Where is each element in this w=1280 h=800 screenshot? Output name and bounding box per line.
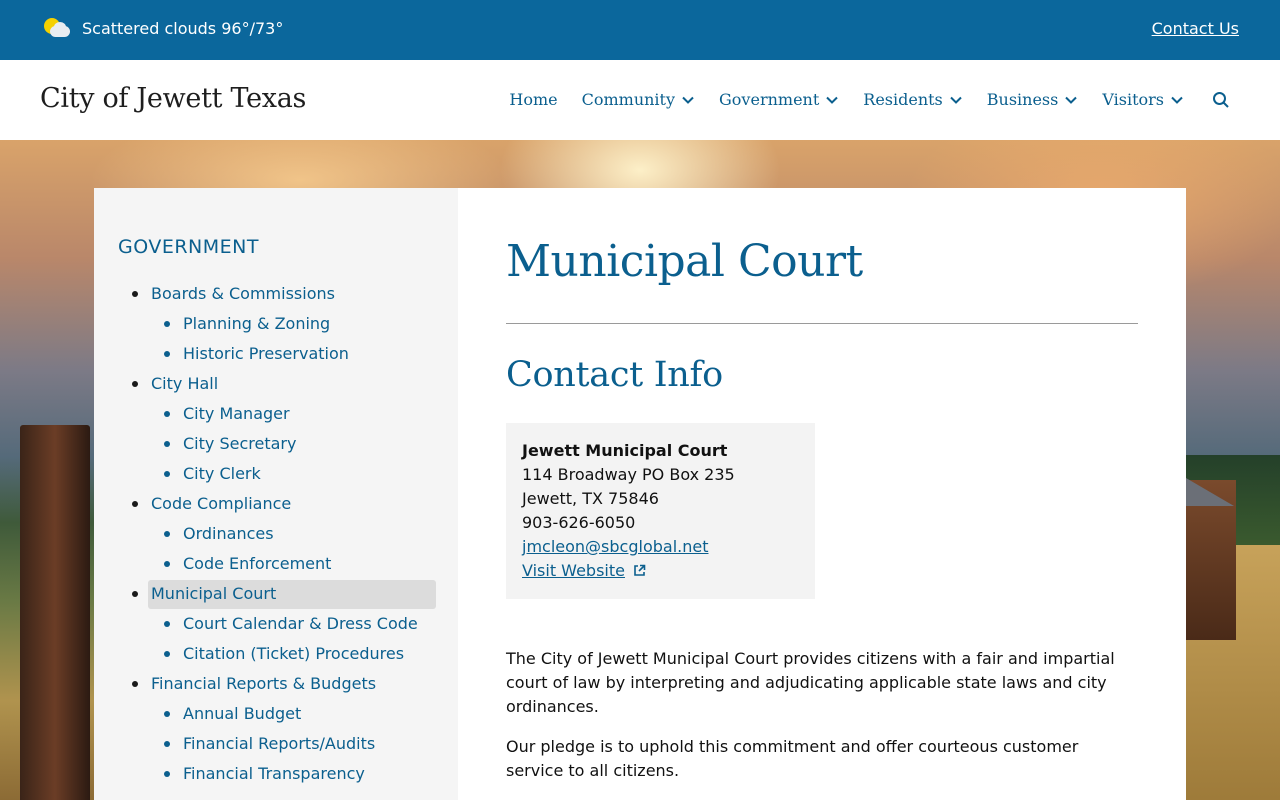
sidebar-item-city-clerk[interactable]: City Clerk	[94, 459, 458, 489]
sidebar-item-label[interactable]: Code Enforcement	[183, 554, 331, 573]
nav-item-label: Government	[719, 90, 820, 109]
search-icon[interactable]	[1212, 91, 1230, 109]
nav-item-community[interactable]: Community	[582, 90, 695, 109]
sidebar-item-boards-commissions[interactable]: Boards & Commissions	[94, 279, 458, 309]
nav-item-label: Business	[986, 90, 1059, 109]
sidebar-item-financial-transparency[interactable]: Financial Transparency	[94, 759, 458, 789]
contact-address-line1: 114 Broadway PO Box 235	[522, 465, 735, 484]
main-content: Municipal Court Contact Info Jewett Muni…	[458, 188, 1186, 800]
sidebar-item-label[interactable]: Planning & Zoning	[183, 314, 330, 333]
chevron-down-icon[interactable]	[1170, 93, 1184, 107]
contact-address-line2: Jewett, TX 75846	[522, 489, 659, 508]
sidebar-item-label[interactable]: Historic Preservation	[183, 344, 349, 363]
nav-item-label: Home	[509, 90, 558, 109]
sidebar-item-label[interactable]: Annual Budget	[183, 704, 301, 723]
sidebar-item-label[interactable]: Ordinances	[183, 524, 274, 543]
nav-item-business[interactable]: Business	[987, 90, 1079, 109]
nav-item-visitors[interactable]: Visitors	[1102, 90, 1184, 109]
weather-widget: Scattered clouds 96°/73°	[44, 16, 283, 40]
sidebar-item-label[interactable]: Code Compliance	[151, 494, 291, 513]
nav-item-home[interactable]: Home	[509, 90, 557, 109]
sidebar-item-label[interactable]: City Manager	[183, 404, 290, 423]
sidebar-item-label[interactable]: Financial Reports & Budgets	[151, 674, 376, 693]
sidebar-item-annual-budget[interactable]: Annual Budget	[94, 699, 458, 729]
sidebar-item-financial-reports-budgets[interactable]: Financial Reports & Budgets	[94, 669, 458, 699]
sidebar-item-label[interactable]: Boards & Commissions	[151, 284, 335, 303]
contact-phone: 903-626-6050	[522, 513, 636, 532]
chevron-down-icon[interactable]	[825, 93, 839, 107]
contact-email-link[interactable]: jmcleon@sbcglobal.net	[522, 537, 708, 556]
weather-text: Scattered clouds 96°/73°	[82, 18, 284, 38]
nav-item-label: Visitors	[1102, 90, 1164, 109]
sidebar-item-historic-preservation[interactable]: Historic Preservation	[94, 339, 458, 369]
site-header: City of Jewett Texas Home Community Gove…	[0, 60, 1280, 140]
sidebar-item-planning-zoning[interactable]: Planning & Zoning	[94, 309, 458, 339]
nav-item-residents[interactable]: Residents	[863, 90, 963, 109]
contact-us-link[interactable]: Contact Us	[1152, 19, 1239, 38]
utility-bar: Scattered clouds 96°/73° Contact Us	[0, 0, 1280, 60]
sidebar-item-city-manager[interactable]: City Manager	[94, 399, 458, 429]
sidebar-item-municipal-court[interactable]: Municipal Court	[94, 579, 458, 609]
chevron-down-icon[interactable]	[681, 93, 695, 107]
visit-website-label: Visit Website	[522, 561, 625, 580]
nav-item-government[interactable]: Government	[719, 90, 839, 109]
sidebar-item-label[interactable]: Citation (Ticket) Procedures	[183, 644, 404, 663]
sidebar-item-label[interactable]: Municipal Court	[151, 584, 276, 603]
intro-paragraph: The City of Jewett Municipal Court provi…	[506, 649, 1115, 716]
visit-website-link[interactable]: Visit Website	[522, 561, 625, 580]
external-link-icon	[634, 564, 646, 576]
chevron-down-icon[interactable]	[1064, 93, 1078, 107]
sidebar-item-ordinances[interactable]: Ordinances	[94, 519, 458, 549]
nav-item-label: Residents	[863, 90, 943, 109]
sidebar-item-code-compliance[interactable]: Code Compliance	[94, 489, 458, 519]
sidebar-item-financial-reports-audits[interactable]: Financial Reports/Audits	[94, 729, 458, 759]
sidebar-item-citation-procedures[interactable]: Citation (Ticket) Procedures	[94, 639, 458, 669]
nav-item-label: Community	[581, 90, 676, 109]
chevron-down-icon[interactable]	[949, 93, 963, 107]
pledge-paragraph: Our pledge is to uphold this commitment …	[506, 737, 1079, 780]
page-title: Municipal Court	[506, 236, 863, 287]
sidebar-item-code-enforcement[interactable]: Code Enforcement	[94, 549, 458, 579]
sidebar-item-label[interactable]: City Secretary	[183, 434, 296, 453]
sidebar-item-court-calendar[interactable]: Court Calendar & Dress Code	[94, 609, 458, 639]
divider	[506, 323, 1138, 324]
sidebar-item-label[interactable]: Financial Transparency	[183, 764, 365, 783]
sidebar-item-label[interactable]: City Hall	[151, 374, 218, 393]
sidebar-nav: GOVERNMENT Boards & Commissions Planning…	[94, 188, 458, 800]
main-nav: Home Community Government Residents Busi…	[509, 90, 1230, 109]
sidebar-heading[interactable]: GOVERNMENT	[118, 236, 259, 258]
sidebar-item-city-hall[interactable]: City Hall	[94, 369, 458, 399]
site-title[interactable]: City of Jewett Texas	[40, 83, 306, 114]
sidebar-item-label[interactable]: Court Calendar & Dress Code	[183, 614, 418, 633]
section-title: Contact Info	[506, 355, 723, 395]
contact-name: Jewett Municipal Court	[522, 441, 728, 460]
sidebar-list: Boards & Commissions Planning & Zoning H…	[94, 279, 458, 789]
sidebar-item-label[interactable]: Financial Reports/Audits	[183, 734, 375, 753]
partly-cloudy-icon	[44, 16, 72, 40]
contact-card: Jewett Municipal Court 114 Broadway PO B…	[506, 423, 815, 599]
sidebar-item-label[interactable]: City Clerk	[183, 464, 261, 483]
sidebar-item-city-secretary[interactable]: City Secretary	[94, 429, 458, 459]
